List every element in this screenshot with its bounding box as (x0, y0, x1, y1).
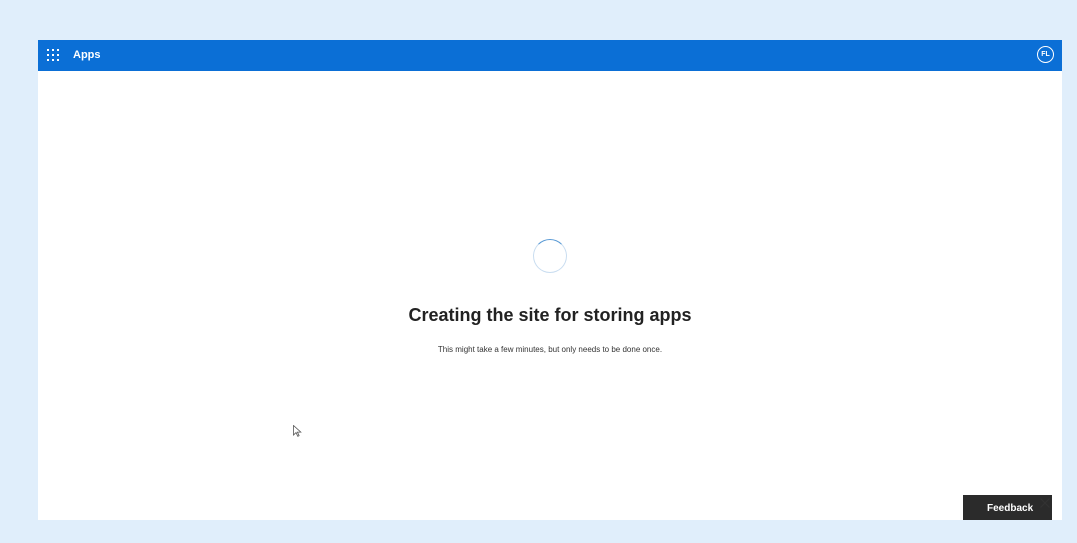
browser-content: Apps FL Creating the site for storing ap… (38, 40, 1062, 520)
feedback-label: Feedback (987, 503, 1034, 514)
status-message: This might take a few minutes, but only … (437, 345, 663, 354)
user-avatar[interactable]: FL (1037, 46, 1054, 63)
app-title[interactable]: Apps (73, 48, 101, 63)
waffle-grid-icon[interactable] (47, 49, 59, 61)
page-heading: Creating the site for storing apps (408, 305, 692, 325)
app-header-bar: Apps FL (38, 40, 1062, 71)
close-icon[interactable] (1039, 496, 1051, 508)
mouse-pointer-icon (293, 424, 302, 442)
loading-spinner-icon (533, 239, 567, 273)
